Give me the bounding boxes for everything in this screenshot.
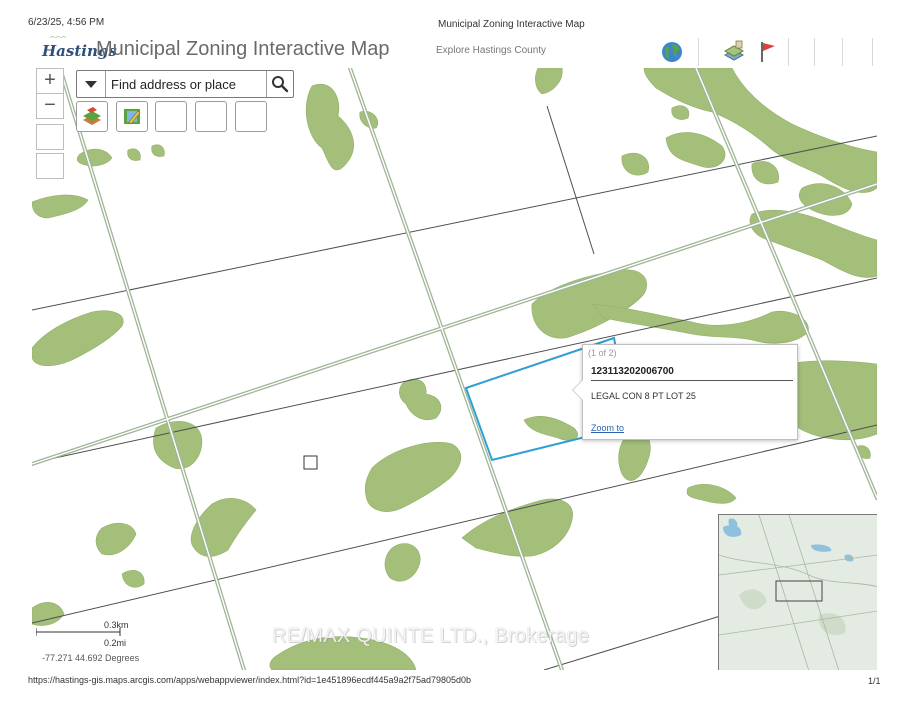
scale-km-label: 0.3km bbox=[104, 620, 129, 630]
overview-map[interactable] bbox=[718, 514, 877, 670]
basemap-gallery-button[interactable] bbox=[76, 101, 108, 132]
zoom-to-link[interactable]: Zoom to bbox=[591, 423, 624, 433]
widget-button-3[interactable] bbox=[155, 101, 187, 132]
map-marker-square bbox=[303, 455, 318, 470]
print-title: Municipal Zoning Interactive Map bbox=[438, 19, 585, 30]
popup-legal-description: LEGAL CON 8 PT LOT 25 bbox=[591, 391, 696, 401]
app-title: Municipal Zoning Interactive Map bbox=[96, 38, 390, 60]
scale-mi-label: 0.2mi bbox=[104, 638, 127, 648]
widget-button-4[interactable] bbox=[195, 101, 227, 132]
print-url: https://hastings-gis.maps.arcgis.com/app… bbox=[28, 675, 472, 685]
hastings-logo: ⌒⌒⌒ Hastings bbox=[42, 37, 117, 60]
app-subtitle[interactable]: Explore Hastings County bbox=[436, 45, 546, 56]
parcel-popup: (1 of 2) 123113202006700 LEGAL CON 8 PT … bbox=[572, 344, 798, 440]
search-source-dropdown[interactable] bbox=[77, 71, 106, 97]
search-button[interactable] bbox=[266, 71, 293, 97]
coordinate-readout: -77.271 44.692 Degrees bbox=[42, 653, 140, 663]
search-input[interactable] bbox=[111, 75, 261, 93]
layer-list-icon[interactable] bbox=[720, 38, 748, 66]
globe-icon[interactable] bbox=[658, 38, 686, 66]
basemap-icon bbox=[83, 107, 101, 125]
print-page-number: 1/1 bbox=[868, 676, 881, 686]
widget-button-5[interactable] bbox=[235, 101, 267, 132]
app-header: ⌒⌒⌒ Hastings Municipal Zoning Interactiv… bbox=[32, 34, 877, 68]
zoom-in-button[interactable]: + bbox=[36, 68, 64, 94]
zoom-out-button[interactable]: − bbox=[36, 93, 64, 119]
brokerage-watermark: RE/MAX QUINTE LTD., Brokerage bbox=[272, 625, 590, 647]
search-icon bbox=[272, 76, 289, 93]
home-button[interactable] bbox=[36, 124, 64, 150]
draw-tool-button[interactable] bbox=[116, 101, 148, 132]
print-date: 6/23/25, 4:56 PM bbox=[28, 17, 105, 28]
popup-parcel-id: 123113202006700 bbox=[591, 366, 793, 381]
popup-count: (1 of 2) bbox=[588, 348, 617, 358]
my-location-button[interactable] bbox=[36, 153, 64, 179]
map-view[interactable]: + − (1 of 2) 123113202006700 LEGA bbox=[32, 68, 877, 670]
bookmark-flag-icon[interactable] bbox=[754, 38, 782, 66]
scale-bar: 0.3km 0.2mi bbox=[36, 620, 156, 650]
search-widget[interactable] bbox=[76, 70, 294, 98]
draw-icon bbox=[124, 109, 141, 125]
